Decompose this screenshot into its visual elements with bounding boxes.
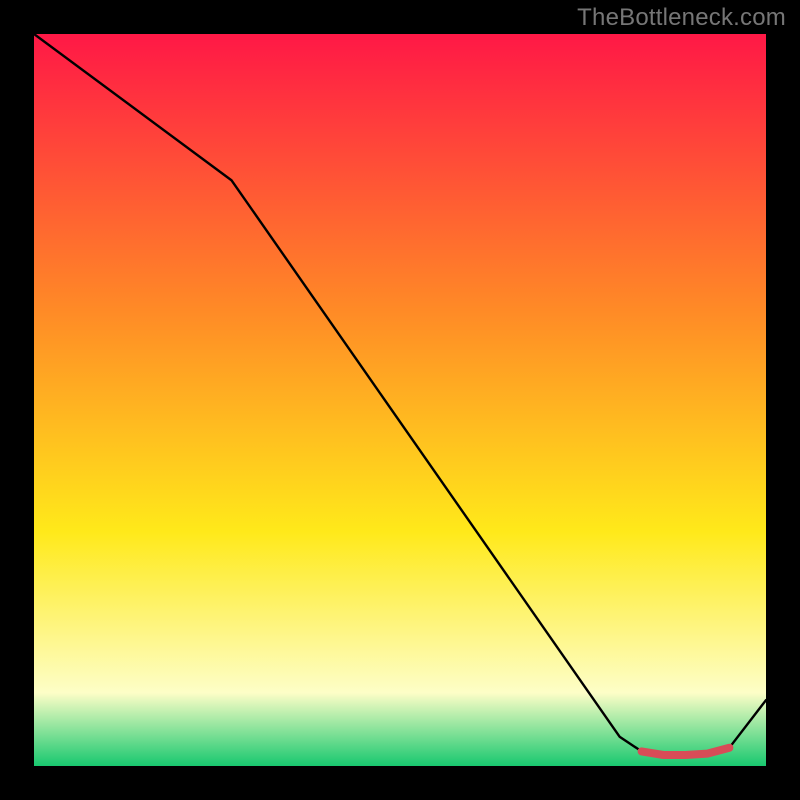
chart-stage: TheBottleneck.com — [0, 0, 800, 800]
gradient-bg — [34, 34, 766, 766]
plot-area — [34, 34, 766, 766]
plot-svg — [34, 34, 766, 766]
watermark-text: TheBottleneck.com — [577, 4, 786, 32]
